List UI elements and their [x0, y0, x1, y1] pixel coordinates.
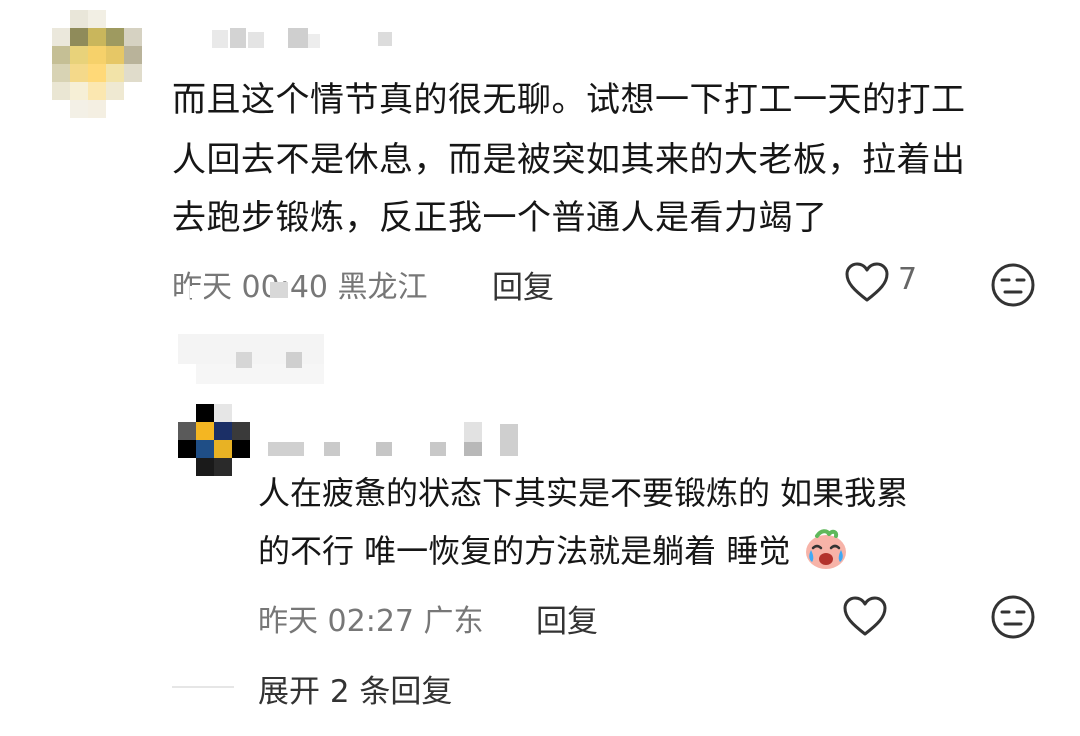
- comment-text-line-3: 去跑步锻炼，反正我一个普通人是看力竭了: [172, 198, 828, 238]
- crying-laughing-emoji-icon: [803, 526, 849, 588]
- heart-outline-icon[interactable]: [842, 596, 888, 638]
- like-count: 7: [898, 262, 918, 297]
- comment-reply-button[interactable]: 回复: [492, 262, 554, 307]
- reply-location: 广东: [423, 604, 484, 639]
- reply-text-line-2-text: 的不行 唯一恢复的方法就是躺着 睡觉: [258, 532, 791, 570]
- reply-time: 昨天 02:27: [258, 604, 414, 639]
- commenter-avatar[interactable]: [52, 10, 142, 118]
- comment-text-line-1: 而且这个情节真的很无聊。试想一下打工一天的打工: [172, 80, 966, 120]
- reply-username[interactable]: [268, 422, 528, 458]
- commenter-username[interactable]: [212, 28, 402, 54]
- reply-reply-button[interactable]: 回复: [536, 596, 598, 641]
- reply-text-line-2: 的不行 唯一恢复的方法就是躺着 睡觉: [258, 524, 849, 588]
- neutral-face-icon[interactable]: [990, 262, 1036, 308]
- heart-outline-icon[interactable]: [844, 262, 890, 304]
- expand-divider: [172, 686, 234, 688]
- blurred-username-2: [178, 334, 328, 386]
- neutral-face-icon[interactable]: [990, 594, 1036, 640]
- reply-avatar[interactable]: [178, 404, 250, 478]
- comment-location: 黑龙江: [337, 270, 428, 305]
- expand-replies-button[interactable]: 展开 2 条回复: [258, 666, 452, 711]
- reply-text-line-1: 人在疲惫的状态下其实是不要锻炼的 如果我累: [258, 474, 909, 512]
- comment-meta: 昨天 00:40 黑龙江: [172, 262, 428, 306]
- reply-meta: 昨天 02:27 广东: [258, 596, 484, 640]
- comment-text-line-2: 人回去不是休息，而是被突如其来的大老板，拉着出: [172, 140, 966, 180]
